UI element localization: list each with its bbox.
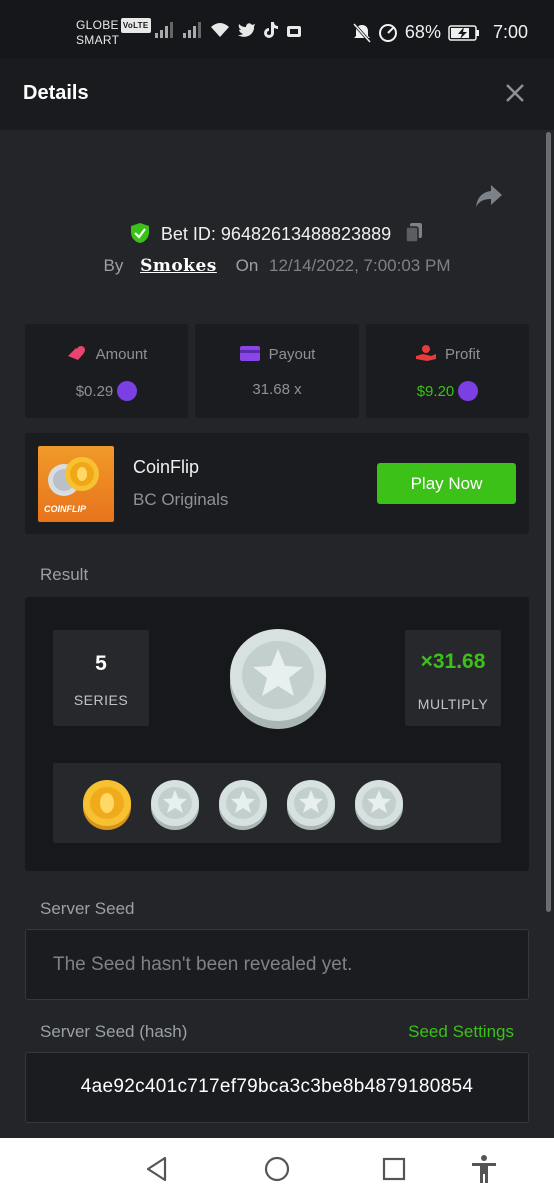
coinflip-thumbnail[interactable]: COINFLIP [38, 446, 114, 522]
scrollbar[interactable] [546, 132, 551, 912]
server-seed-hash-label: Server Seed (hash) [40, 1022, 188, 1041]
username-link[interactable]: Smokes [140, 256, 217, 276]
payout-label: Payout [268, 346, 316, 363]
bet-author-line: By Smokes On 12/14/2022, 7:00:03 PM [0, 256, 554, 276]
recents-icon[interactable] [377, 1152, 411, 1186]
page-title: Details [23, 82, 89, 104]
home-icon[interactable] [260, 1152, 294, 1186]
clock: 7:00 [492, 22, 528, 42]
on-label: On [235, 256, 259, 275]
verified-shield-icon [130, 223, 149, 243]
payout-card: Payout 31.68 x [195, 324, 359, 418]
profit-card: Profit $9.20 [366, 324, 529, 418]
twitter-icon [238, 23, 255, 37]
bet-datetime: 12/14/2022, 7:00:03 PM [269, 256, 451, 275]
gold-coin-icon [83, 780, 131, 830]
game-card: COINFLIP CoinFlip BC Originals Play Now [25, 433, 529, 534]
series-label: SERIES [73, 692, 129, 708]
battery-percent: 68% [404, 22, 441, 42]
result-label: Result [40, 565, 89, 584]
multiplier-value: ×31.68 [420, 650, 486, 673]
bet-id-label: Bet ID: [160, 224, 216, 244]
signal-icon [183, 22, 201, 38]
close-icon[interactable] [502, 80, 528, 106]
amount-value: $0.29 [75, 383, 114, 400]
game-name: CoinFlip [133, 457, 200, 477]
details-header: Details [0, 58, 554, 130]
play-now-button[interactable]: Play Now [377, 463, 516, 504]
signal-icon [155, 22, 173, 38]
mute-bell-icon [352, 22, 371, 43]
matic-coin-icon [458, 381, 479, 401]
game-provider: BC Originals [133, 490, 229, 509]
silver-coin-icon [355, 780, 403, 830]
wallet-icon [239, 346, 260, 361]
status-icons-right: 68% 7:00 [352, 22, 528, 43]
status-icons-left [154, 22, 302, 38]
status-bar: GLOBE VoLTE SMART 68% 7:00 [0, 0, 554, 58]
amount-card: Amount $0.29 [25, 324, 188, 418]
flip-history [53, 763, 501, 843]
accessibility-icon[interactable] [467, 1152, 501, 1186]
amount-label: Amount [95, 346, 148, 363]
server-seed-hash-value: 4ae92c401c717ef79bca3c3be8b4879180854 [80, 1076, 474, 1097]
profit-value: $9.20 [416, 383, 455, 400]
seed-settings-link[interactable]: Seed Settings [408, 1022, 514, 1042]
silver-coin-icon [287, 780, 335, 830]
bet-id-line: Bet ID: 96482613488823889 [0, 222, 554, 245]
tv-icon [287, 26, 301, 37]
share-icon[interactable] [474, 182, 504, 210]
tiktok-icon [264, 22, 278, 38]
payout-value: 31.68 x [252, 381, 302, 398]
speed-gauge-icon [378, 23, 397, 42]
matic-coin-icon [117, 381, 138, 401]
multiplier-box: ×31.68 MULTIPLY [405, 630, 501, 726]
silver-coin-icon [151, 780, 199, 830]
copy-icon[interactable] [404, 222, 424, 244]
server-seed-field[interactable]: The Seed hasn't been revealed yet. [25, 929, 529, 1000]
by-label: By [103, 256, 124, 275]
multiplier-label: MULTIPLY [417, 696, 489, 712]
silver-star-coin-icon [230, 629, 326, 729]
amount-coins-icon [67, 346, 85, 360]
back-icon[interactable] [140, 1152, 174, 1186]
thumbnail-label: COINFLIP [44, 504, 86, 514]
series-box: 5 SERIES [53, 630, 149, 726]
wifi-icon [211, 23, 229, 37]
carrier-label: GLOBE VoLTE SMART [76, 18, 151, 47]
server-seed-placeholder: The Seed hasn't been revealed yet. [53, 954, 353, 975]
series-value: 5 [95, 652, 107, 675]
silver-coin-icon [219, 780, 267, 830]
server-seed-hash-field[interactable]: 4ae92c401c717ef79bca3c3be8b4879180854 [25, 1052, 529, 1123]
battery-charging-icon [448, 24, 479, 41]
profit-label: Profit [444, 346, 480, 363]
profit-hand-icon [415, 345, 436, 361]
server-seed-label: Server Seed [40, 899, 135, 918]
bet-id-value: 96482613488823889 [220, 224, 392, 244]
android-nav-bar [0, 1138, 554, 1200]
result-panel: 5 SERIES ×31.68 MULTIPLY [25, 597, 529, 871]
